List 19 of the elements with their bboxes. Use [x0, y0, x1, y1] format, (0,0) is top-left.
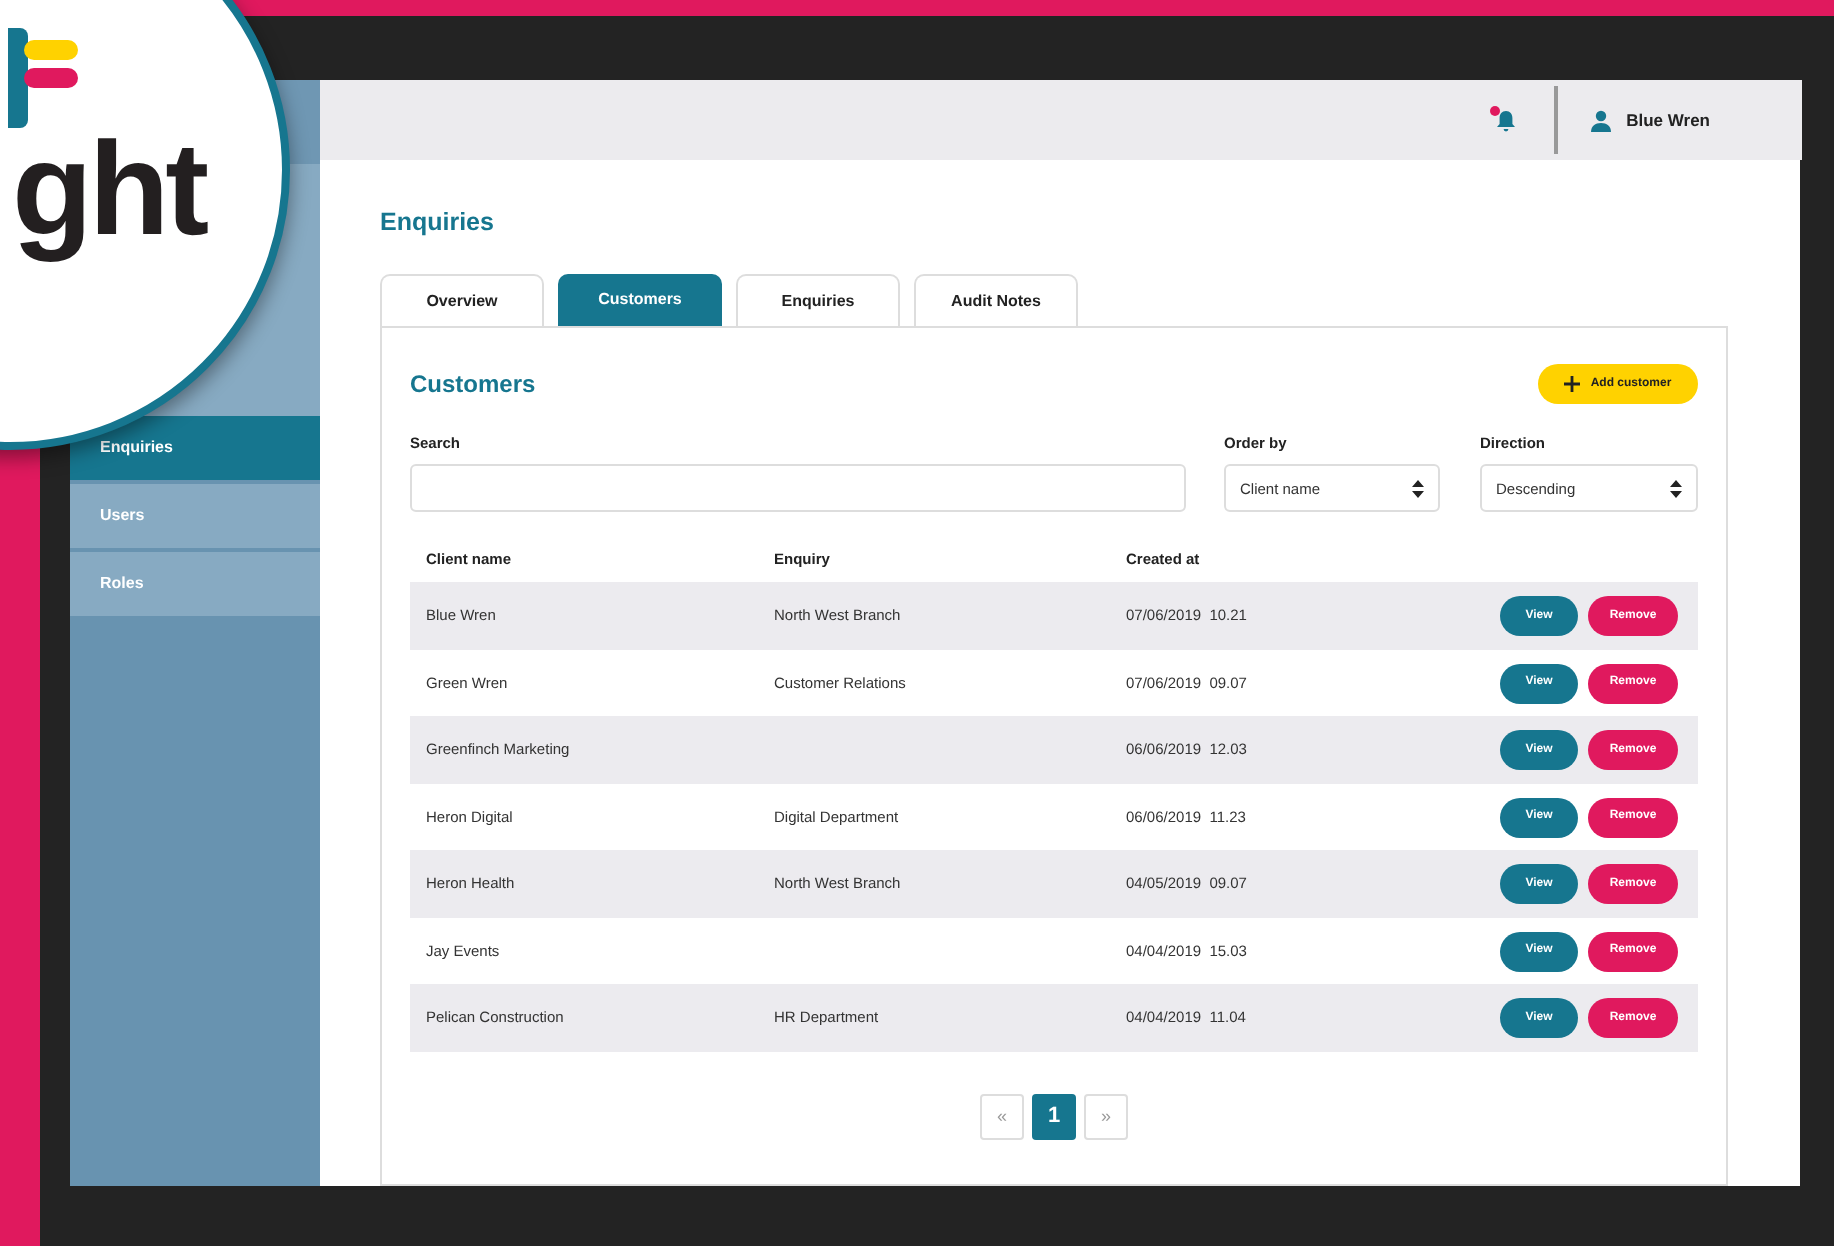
next-page-button[interactable]: »	[1084, 1093, 1128, 1140]
page-button[interactable]: 1	[1032, 1093, 1076, 1140]
user-name[interactable]: Blue Wren	[1626, 107, 1710, 133]
logo-text: ght	[12, 112, 206, 266]
notification-bell-icon[interactable]	[1494, 108, 1519, 132]
user-icon	[1590, 109, 1613, 131]
page-title: Enquiries	[380, 208, 496, 236]
plus-icon	[1564, 376, 1581, 392]
tab[interactable]: Customers	[558, 274, 722, 326]
sort-arrows-icon	[1412, 479, 1424, 498]
previous-page-button[interactable]: «	[980, 1093, 1024, 1140]
panel-title: Customers	[410, 368, 536, 402]
sidebar-item[interactable]: Enquiries	[70, 416, 320, 480]
sort-arrows-icon	[1670, 479, 1682, 498]
tab[interactable]: Audit Notes	[914, 274, 1078, 326]
logo-mark-icon	[8, 28, 80, 128]
tab[interactable]: Enquiries	[736, 274, 900, 326]
tab[interactable]: Overview	[380, 274, 544, 326]
search-field[interactable]	[410, 464, 1186, 513]
